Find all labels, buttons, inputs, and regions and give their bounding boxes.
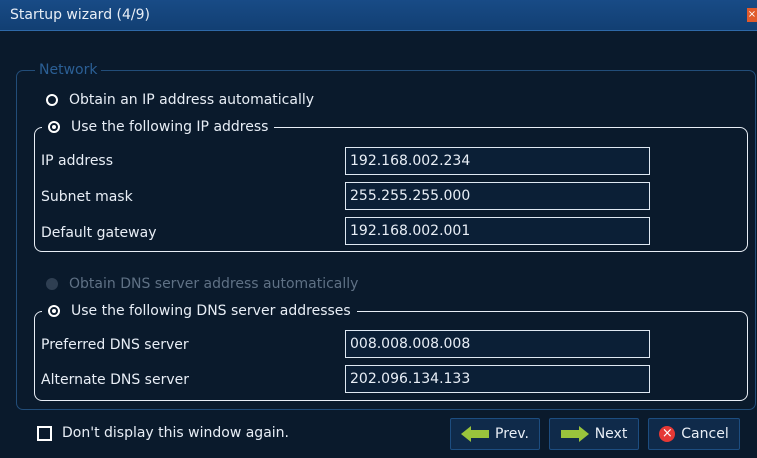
- ip-auto-label: Obtain an IP address automatically: [69, 92, 315, 108]
- cancel-label: Cancel: [681, 426, 729, 442]
- cancel-button[interactable]: × Cancel: [648, 418, 740, 450]
- subnet-mask-field[interactable]: 255.255.255.000: [345, 182, 650, 210]
- preferred-dns-field[interactable]: 008.008.008.008: [345, 330, 650, 358]
- default-gateway-label: Default gateway: [41, 225, 157, 241]
- radio-icon[interactable]: [46, 94, 58, 106]
- dont-display-label: Don't display this window again.: [62, 425, 289, 441]
- arrow-right-icon: [560, 426, 589, 442]
- dns-auto-label: Obtain DNS server address automatically: [69, 276, 359, 292]
- ip-manual-legend[interactable]: Use the following IP address: [42, 119, 275, 135]
- next-button[interactable]: Next: [549, 418, 639, 450]
- dns-auto-radio[interactable]: Obtain DNS server address automatically: [46, 274, 358, 294]
- cancel-icon: ×: [659, 426, 676, 442]
- prev-button[interactable]: Prev.: [450, 418, 540, 450]
- ip-address-label: IP address: [41, 153, 114, 169]
- subnet-mask-label: Subnet mask: [41, 189, 133, 205]
- ip-auto-radio[interactable]: Obtain an IP address automatically: [46, 90, 314, 110]
- dns-manual-legend[interactable]: Use the following DNS server addresses: [42, 303, 357, 319]
- alternate-dns-field[interactable]: 202.096.134.133: [345, 365, 650, 393]
- default-gateway-field[interactable]: 192.168.002.001: [345, 217, 650, 245]
- prev-label: Prev.: [495, 426, 529, 442]
- dont-display-option[interactable]: Don't display this window again.: [37, 425, 289, 441]
- preferred-dns-label: Preferred DNS server: [41, 337, 189, 353]
- arrow-left-icon: [461, 426, 490, 442]
- ip-address-field[interactable]: 192.168.002.234: [345, 147, 650, 175]
- radio-icon[interactable]: [48, 121, 60, 133]
- alternate-dns-label: Alternate DNS server: [41, 372, 189, 388]
- close-icon[interactable]: ×: [747, 8, 757, 22]
- radio-icon[interactable]: [46, 278, 58, 290]
- radio-icon[interactable]: [48, 305, 60, 317]
- ip-manual-label: Use the following IP address: [71, 119, 269, 135]
- next-label: Next: [594, 426, 628, 442]
- title-bar: Startup wizard (4/9) ×: [0, 0, 757, 31]
- checkbox-icon[interactable]: [37, 425, 52, 441]
- window-title: Startup wizard (4/9): [10, 7, 150, 23]
- network-legend: Network: [35, 62, 102, 78]
- dns-manual-label: Use the following DNS server addresses: [71, 303, 351, 319]
